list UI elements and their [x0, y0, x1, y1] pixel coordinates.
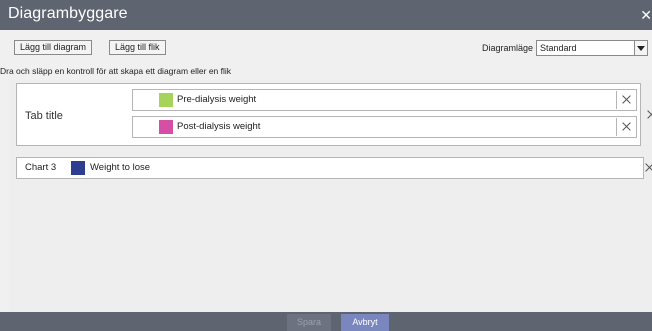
series-color-swatch [159, 120, 173, 134]
chart-mode-value: Standard [540, 43, 577, 53]
save-button[interactable]: Spara [287, 314, 331, 331]
chart-row[interactable]: Chart 3 Weight to lose [16, 157, 644, 179]
chart-mode-select[interactable]: Standard [536, 40, 648, 56]
series-label: Weight to lose [90, 162, 151, 173]
chart-mode-label: Diagramläge [482, 43, 534, 53]
tab-chart-item[interactable]: Pre-dialysis weight [132, 89, 637, 111]
tab-container[interactable]: Tab title Pre-dialysis weight Post-dialy… [16, 83, 641, 146]
add-tab-button[interactable]: Lägg till flik [109, 40, 166, 55]
remove-item-icon[interactable] [616, 91, 634, 109]
remove-item-icon[interactable] [616, 118, 634, 136]
tab-chart-item[interactable]: Post-dialysis weight [132, 116, 637, 138]
tab-title: Tab title [25, 110, 63, 122]
remove-tab-icon[interactable] [642, 106, 652, 124]
dialog-titlebar: Diagrambyggare ✕ [0, 0, 652, 30]
add-chart-button[interactable]: Lägg till diagram [14, 40, 93, 55]
chart-builder-dialog: Diagrambyggare ✕ Lägg till diagram Lägg … [0, 0, 652, 331]
close-icon[interactable]: ✕ [640, 8, 652, 22]
series-label: Post-dialysis weight [177, 121, 261, 132]
chart-name: Chart 3 [25, 162, 57, 173]
chevron-down-icon[interactable] [634, 41, 647, 55]
remove-chart-icon[interactable] [640, 159, 652, 177]
cancel-button[interactable]: Avbryt [341, 314, 389, 331]
series-color-swatch [71, 161, 85, 175]
series-label: Pre-dialysis weight [177, 94, 257, 105]
dialog-footer: Spara Avbryt [0, 312, 652, 331]
series-color-swatch [159, 93, 173, 107]
dialog-title: Diagrambyggare [8, 5, 128, 22]
drag-drop-hint: Dra och släpp en kontroll för att skapa … [0, 66, 232, 76]
